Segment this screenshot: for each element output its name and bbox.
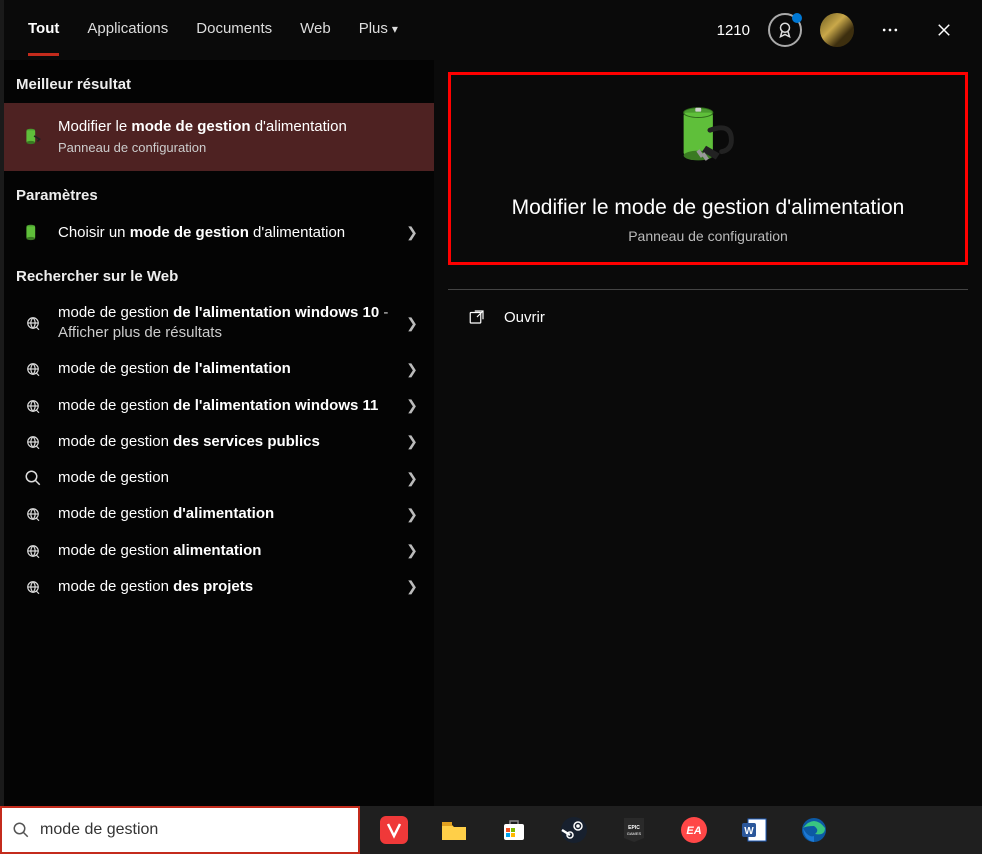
word-icon: W <box>740 816 768 844</box>
chevron-right-icon: ❯ <box>400 224 424 241</box>
web-result-text: mode de gestion <box>58 468 400 488</box>
web-result-text: mode de gestion d'alimentation <box>58 504 400 524</box>
epic-icon: EPICGAMES <box>620 816 648 844</box>
web-result-item[interactable]: mode de gestion de l'alimentation❯ <box>0 351 434 387</box>
vivaldi-icon <box>380 816 408 844</box>
ellipsis-icon <box>880 20 900 40</box>
search-icon <box>18 469 48 487</box>
globe-search-icon <box>18 505 48 523</box>
chevron-right-icon: ❯ <box>400 578 424 595</box>
battery-icon <box>18 126 48 148</box>
web-result-text: mode de gestion de l'alimentation window… <box>58 396 400 416</box>
tab-more[interactable]: Plus <box>359 4 398 56</box>
chevron-right-icon: ❯ <box>400 433 424 450</box>
section-best-result: Meilleur résultat <box>0 60 434 103</box>
tab-docs[interactable]: Documents <box>196 4 272 56</box>
taskbar-edge[interactable] <box>800 816 828 844</box>
web-result-item[interactable]: mode de gestion❯ <box>0 460 434 496</box>
globe-search-icon <box>18 433 48 451</box>
open-label: Ouvrir <box>504 309 545 326</box>
web-result-text: mode de gestion des projets <box>58 577 400 597</box>
best-result-title: Modifier le mode de gestion d'alimentati… <box>58 117 424 137</box>
folder-icon <box>440 816 468 844</box>
user-avatar[interactable] <box>820 13 854 47</box>
medal-icon <box>776 21 794 39</box>
chevron-right-icon: ❯ <box>400 542 424 559</box>
chevron-down-icon <box>392 20 398 37</box>
web-result-item[interactable]: mode de gestion des projets❯ <box>0 569 434 605</box>
web-result-text: mode de gestion de l'alimentation window… <box>58 303 400 344</box>
search-box[interactable] <box>0 806 360 854</box>
ea-icon: EA <box>680 816 708 844</box>
more-options-button[interactable] <box>872 12 908 48</box>
close-button[interactable] <box>926 12 962 48</box>
chevron-right-icon: ❯ <box>400 361 424 378</box>
chevron-right-icon: ❯ <box>400 315 424 332</box>
globe-search-icon <box>18 314 48 332</box>
web-result-item[interactable]: mode de gestion des services publics❯ <box>0 424 434 460</box>
edge-icon <box>800 816 828 844</box>
tab-apps[interactable]: Applications <box>87 4 168 56</box>
taskbar-ea[interactable]: EA <box>680 816 708 844</box>
search-input[interactable] <box>40 821 348 839</box>
taskbar-word[interactable]: W <box>740 816 768 844</box>
section-web: Rechercher sur le Web <box>0 252 434 295</box>
svg-text:GAMES: GAMES <box>627 831 642 836</box>
taskbar-vivaldi[interactable] <box>380 816 408 844</box>
preview-sub: Panneau de configuration <box>463 228 953 244</box>
store-icon <box>500 816 528 844</box>
preview-panel: Modifier le mode de gestion d'alimentati… <box>448 72 968 265</box>
web-result-item[interactable]: mode de gestion d'alimentation❯ <box>0 496 434 532</box>
tab-web[interactable]: Web <box>300 4 331 56</box>
settings-result-title: Choisir un mode de gestion d'alimentatio… <box>58 223 400 243</box>
open-icon <box>468 308 486 326</box>
divider <box>448 289 968 290</box>
web-result-item[interactable]: mode de gestion de l'alimentation window… <box>0 295 434 352</box>
search-icon <box>12 821 30 839</box>
best-result-sub: Panneau de configuration <box>58 139 424 157</box>
taskbar-epic[interactable]: EPICGAMES <box>620 816 648 844</box>
svg-text:EA: EA <box>686 825 701 837</box>
battery-large-icon <box>669 99 747 182</box>
rewards-points: 1210 <box>717 22 750 39</box>
open-action[interactable]: Ouvrir <box>448 300 968 334</box>
best-result-item[interactable]: Modifier le mode de gestion d'alimentati… <box>0 103 434 171</box>
svg-text:W: W <box>744 826 754 837</box>
taskbar-store[interactable] <box>500 816 528 844</box>
web-result-text: mode de gestion alimentation <box>58 541 400 561</box>
tab-all[interactable]: Tout <box>28 4 59 56</box>
settings-result-item[interactable]: Choisir un mode de gestion d'alimentatio… <box>0 214 434 252</box>
globe-search-icon <box>18 397 48 415</box>
globe-search-icon <box>18 360 48 378</box>
web-result-text: mode de gestion de l'alimentation <box>58 359 400 379</box>
close-icon <box>935 21 953 39</box>
rewards-medal-button[interactable] <box>768 13 802 47</box>
steam-icon <box>560 816 588 844</box>
globe-search-icon <box>18 578 48 596</box>
web-result-item[interactable]: mode de gestion de l'alimentation window… <box>0 388 434 424</box>
taskbar-steam[interactable] <box>560 816 588 844</box>
chevron-right-icon: ❯ <box>400 506 424 523</box>
taskbar-explorer[interactable] <box>440 816 468 844</box>
chevron-right-icon: ❯ <box>400 470 424 487</box>
section-settings: Paramètres <box>0 171 434 214</box>
preview-title: Modifier le mode de gestion d'alimentati… <box>463 196 953 220</box>
chevron-right-icon: ❯ <box>400 397 424 414</box>
notification-dot-icon <box>792 13 802 23</box>
tab-more-label: Plus <box>359 20 388 37</box>
battery-icon <box>18 222 48 244</box>
globe-search-icon <box>18 542 48 560</box>
web-result-text: mode de gestion des services publics <box>58 432 400 452</box>
web-result-item[interactable]: mode de gestion alimentation❯ <box>0 533 434 569</box>
